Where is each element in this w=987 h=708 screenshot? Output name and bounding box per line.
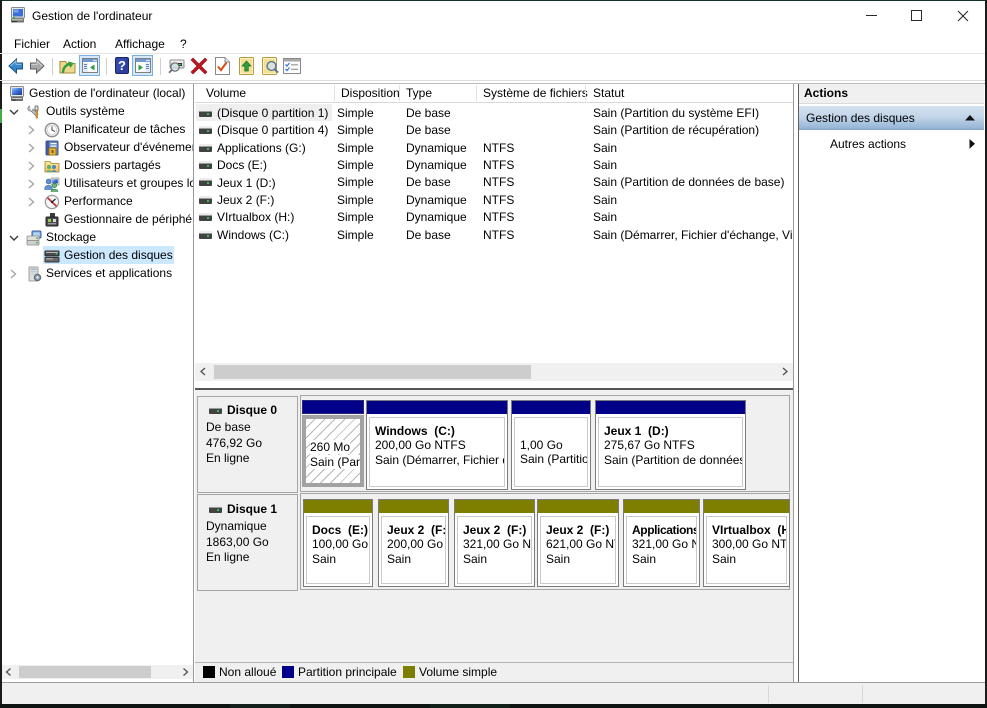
svg-text:?: ?	[118, 58, 126, 73]
